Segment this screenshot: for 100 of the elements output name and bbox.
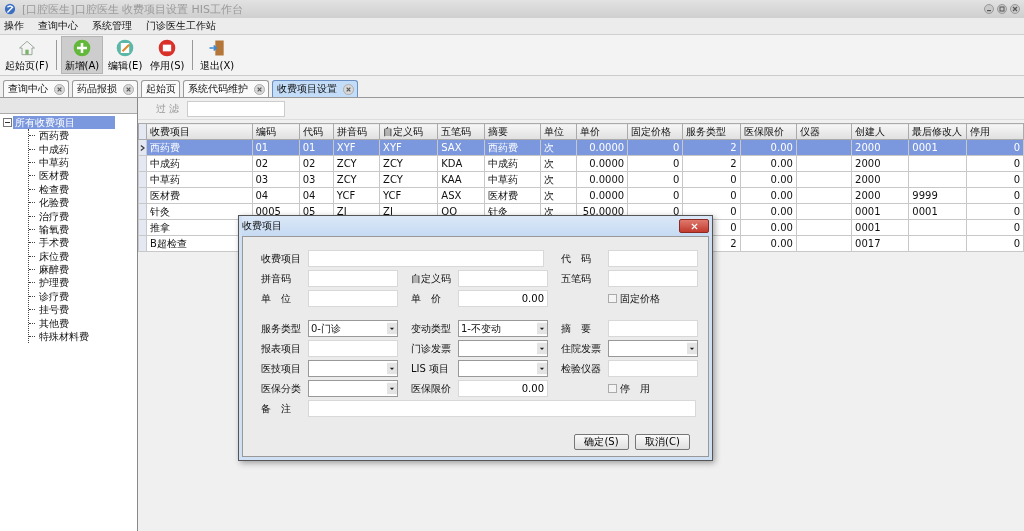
input-field[interactable] [308,270,398,287]
field-label: 代 码 [561,251,592,266]
tree-item[interactable]: 治疗费 [37,209,71,223]
input-field[interactable] [608,250,698,267]
caret-icon [687,341,697,356]
close-icon [123,83,134,95]
field-label: 住院发票 [561,341,602,356]
tree-item[interactable]: 检查费 [37,182,71,196]
toolbar-button[interactable]: 起始页(F) [2,36,52,74]
input-field[interactable] [308,400,696,417]
menu-item[interactable]: 系统管理 [92,19,132,33]
menu-item[interactable]: 操作 [4,19,24,33]
close-icon [690,222,698,230]
input-field[interactable]: 0.00 [458,380,548,397]
tab[interactable]: 系统代码维护 [183,80,269,97]
input-field[interactable] [608,320,698,337]
field-label: 收费项目 [261,251,302,266]
input-field[interactable] [308,250,544,267]
field-label: LIS 项目 [411,361,451,376]
maximize-button[interactable] [997,4,1007,14]
tree-item[interactable]: 中草药 [37,155,71,169]
tree-item[interactable]: 床位费 [37,249,71,263]
input-field[interactable] [608,270,698,287]
dialog-button[interactable]: 确定(S) [574,434,629,450]
column-header[interactable]: 单位 [540,123,577,140]
toolbar-button[interactable]: 停用(S) [147,36,188,74]
column-header[interactable]: 最后修改人 [908,123,967,140]
column-header[interactable]: 五笔码 [437,123,484,140]
tree-item[interactable]: 其他费 [37,316,71,330]
dropdown[interactable]: 0-门诊 [308,320,398,337]
column-header[interactable]: 仪器 [796,123,852,140]
column-header[interactable]: 创建人 [851,123,909,140]
dropdown[interactable] [608,340,698,357]
field-label: 拼音码 [261,271,292,286]
field-label: 备 注 [261,401,292,416]
close-icon [254,83,265,95]
column-header[interactable]: 医保限价 [740,123,797,140]
input-field[interactable] [308,290,398,307]
column-header[interactable]: 单价 [576,123,628,140]
column-header[interactable]: 固定价格 [627,123,683,140]
tree-item[interactable]: 中成药 [37,142,71,156]
caret-icon [387,321,397,336]
field-label: 自定义码 [411,271,452,286]
app-logo-icon [4,3,16,15]
input-field[interactable]: 0.00 [458,290,548,307]
caret-icon [387,381,397,396]
tab[interactable]: 收费项目设置 [272,80,358,97]
menu-item[interactable]: 门诊医生工作站 [146,19,216,33]
tab[interactable]: 查询中心 [3,80,69,97]
column-header[interactable]: 拼音码 [333,123,380,140]
filter-field[interactable] [187,100,286,117]
field-label: 服务类型 [261,321,302,336]
tree-item[interactable]: 输氧费 [37,222,71,236]
toolbar-button[interactable]: 编辑(E) [105,36,146,74]
checkbox[interactable]: 固定价格 [608,291,660,306]
toolbar-button[interactable]: 新增(A) [60,36,104,74]
checkbox[interactable]: 停 用 [608,381,650,396]
input-field[interactable] [608,360,698,377]
tree-item[interactable]: 护理费 [37,276,71,290]
field-label: 门诊发票 [411,341,452,356]
tab[interactable]: 药品报损 [72,80,138,97]
column-header[interactable]: 自定义码 [379,123,438,140]
close-icon [343,83,354,95]
dropdown[interactable] [458,360,548,377]
tree-item[interactable]: 麻醉费 [37,263,71,277]
field-label: 医保分类 [261,381,302,396]
tree-item[interactable]: 医材费 [37,169,71,183]
column-header[interactable]: 编码 [252,123,300,140]
menu-item[interactable]: 查询中心 [38,19,78,33]
tree-item[interactable]: 诊疗费 [37,289,71,303]
dialog-button[interactable]: 取消(C) [635,434,690,450]
column-header[interactable]: 服务类型 [682,123,741,140]
caret-icon [537,361,547,376]
column-header[interactable]: 停用 [966,123,1024,140]
tree-item[interactable]: 挂号费 [37,303,71,317]
tab[interactable]: 起始页 [141,80,180,97]
field-label: 医保限价 [411,381,452,396]
field-label: 报表项目 [261,341,302,356]
close-button[interactable] [1010,4,1020,14]
column-header[interactable]: 代码 [299,123,334,140]
add-icon [71,37,92,58]
minimize-button[interactable] [984,4,994,14]
tree-item[interactable]: 化验费 [37,196,71,210]
dropdown[interactable] [458,340,548,357]
caret-icon [537,341,547,356]
dropdown[interactable] [308,380,398,397]
field-label: 单 位 [261,291,292,306]
dropdown[interactable] [308,360,398,377]
tree-item[interactable]: 西药费 [37,129,71,143]
close-button[interactable] [679,219,709,233]
filter-label: 过 滤 [156,101,180,116]
close-icon [54,83,65,95]
tree-item[interactable]: 特殊材料费 [37,330,91,344]
column-header[interactable]: 摘要 [484,123,541,140]
toolbar-button[interactable]: 退出(X) [196,36,238,74]
column-header[interactable]: 收费项目 [146,123,252,140]
dropdown[interactable]: 1-不变动 [458,320,548,337]
tree-item[interactable]: 手术费 [37,236,71,250]
input-field[interactable] [458,270,548,287]
input-field[interactable] [308,340,398,357]
